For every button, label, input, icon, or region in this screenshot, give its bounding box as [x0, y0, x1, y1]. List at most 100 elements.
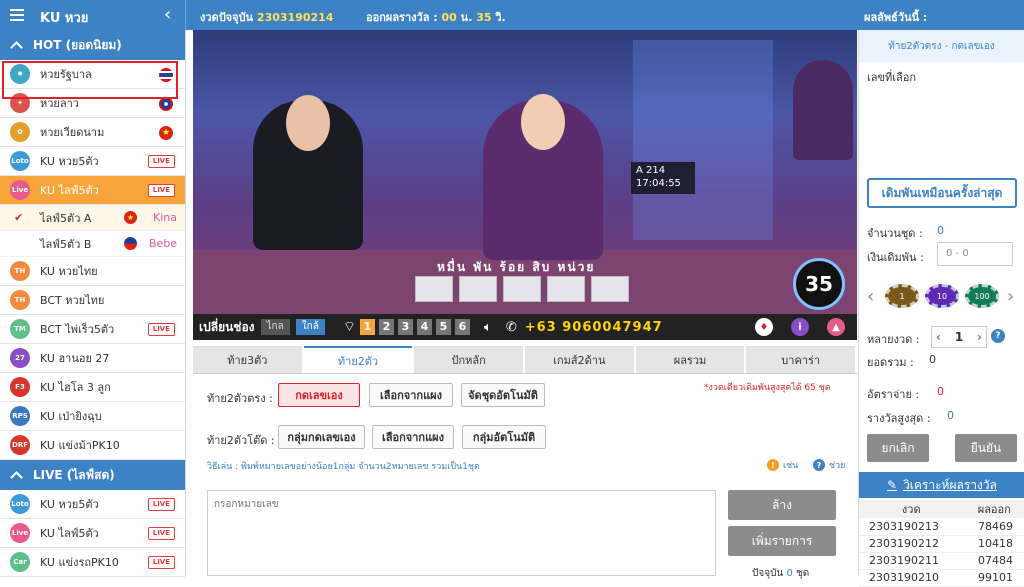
table-row[interactable]: 2303190212 10418	[859, 535, 1024, 553]
tab-fixed[interactable]: ปักหลัก	[414, 346, 524, 373]
example-link[interactable]: ! เช่น	[767, 458, 798, 472]
sidebar-item-ku-hilo[interactable]: F3 KU ไฮโล 3 ลูก	[0, 373, 185, 402]
number-input[interactable]	[207, 490, 716, 576]
near-view-button[interactable]: ใกล้	[295, 319, 325, 335]
video-info-overlay: A 214 17:04:55	[631, 162, 695, 194]
sidebar-item-live-live5[interactable]: Live KU ไลฟ์5ตัว LIVE	[0, 519, 185, 548]
phone-number: +63 9060047947	[524, 319, 663, 335]
tab-sum[interactable]: ผลรวม	[635, 346, 745, 373]
live-badge: LIVE	[147, 498, 175, 511]
multi-round-stepper[interactable]: ‹ 1 ›	[931, 326, 987, 348]
chevron-left-icon[interactable]: ‹	[867, 286, 874, 307]
sidebar-item-live-pk10[interactable]: Car KU แข่งรถPK10 LIVE	[0, 548, 185, 577]
add-entry-button[interactable]: เพิ่มรายการ	[728, 526, 836, 556]
sidebar-item-bct-thai[interactable]: TH BCT หวยไทย	[0, 286, 185, 315]
sidebar-subitem-live5-b[interactable]: ไลฟ์5ตัว B Bebe	[0, 231, 185, 257]
tab-last3[interactable]: ท้าย3ตัว	[193, 346, 302, 373]
channel-3-button[interactable]: 3	[398, 319, 413, 335]
sidebar-subitem-live5-a[interactable]: ✔ ไลฟ์5ตัว A ★ Kina	[0, 205, 185, 231]
table-row[interactable]: 2303190213 78469	[859, 518, 1024, 536]
analyze-icon: ✎	[887, 478, 898, 492]
dealer-figure	[483, 94, 603, 260]
vn-icon: ✿	[10, 122, 30, 142]
chip-1[interactable]: 1	[885, 284, 919, 308]
sidebar-section-live[interactable]: LIVE (ไลฟ์สด)	[0, 460, 185, 490]
tab-baccarat[interactable]: บาคาร่า	[746, 346, 856, 373]
table-row[interactable]: 2303190210 99101	[859, 569, 1024, 587]
pick-board-button-2[interactable]: เลือกจากแผง	[372, 425, 454, 449]
live-video[interactable]: หมื่น พัน ร้อย สิบ หน่วย A 214 17:04:55 …	[193, 30, 857, 314]
manual-entry-button[interactable]: กดเลขเอง	[278, 383, 360, 407]
horse-icon: DRF	[10, 435, 30, 455]
bet-slip-panel: ท้าย2ตัวตรง - กดเลขเอง เลขที่เลือก เดิมพ…	[858, 30, 1024, 587]
sidebar-item-ku-thai[interactable]: TH KU หวยไทย	[0, 257, 185, 286]
sidebar-item-bct-fast5[interactable]: TM BCT ไพ่เร็ว5ตัว LIVE	[0, 315, 185, 344]
max-prize-label: รางวัลสูงสุด :	[867, 412, 931, 425]
pick-board-button[interactable]: เลือกจากแผง	[369, 383, 453, 407]
digit-position-labels: หมื่น พัน ร้อย สิบ หน่วย	[437, 260, 596, 274]
sidebar-item-ku-hanoi27[interactable]: 27 KU ฮานอย 27	[0, 344, 185, 373]
sidebar-item-ku-horse[interactable]: DRF KU แข่งม้าPK10	[0, 431, 185, 460]
channel-5-button[interactable]: 5	[436, 319, 451, 335]
chip-100[interactable]: 100	[965, 284, 999, 308]
tab-two-sides[interactable]: เกมส์2ด้าน	[525, 346, 634, 373]
tab-last2[interactable]: ท้าย2ตัว	[303, 346, 413, 373]
loto-icon: Loto	[10, 494, 30, 514]
sidebar-item-vietnam[interactable]: ✿ หวยเวียดนาม ★	[0, 118, 185, 147]
check-icon: ✔	[14, 211, 24, 224]
speaker-icon[interactable]: 🔈︎	[484, 320, 492, 335]
stats-icon[interactable]: ▲	[827, 318, 845, 336]
table-row[interactable]: 2303190211 07484	[859, 552, 1024, 570]
info-icon[interactable]: i	[791, 318, 809, 336]
dealer-name: Kina	[153, 211, 177, 224]
today-results-title: ผลลัพธ์วันนี้ :	[864, 11, 928, 24]
menu-icon[interactable]	[10, 9, 24, 21]
live-badge: LIVE	[147, 155, 175, 168]
chevron-right-icon[interactable]: ›	[1007, 286, 1014, 307]
warning-icon: !	[767, 459, 779, 471]
repeat-last-bet-button[interactable]: เดิมพันเหมือนครั้งล่าสุด	[867, 178, 1017, 208]
group-auto-button[interactable]: กลุ่มอัตโนมัติ	[462, 425, 546, 449]
total-value: 0	[929, 353, 936, 366]
car-icon: Car	[10, 552, 30, 572]
sidebar-item-ku-rps[interactable]: RPS KU เป่ายิงฉุบ	[0, 402, 185, 431]
channel-6-button[interactable]: 6	[455, 319, 470, 335]
group-manual-button[interactable]: กลุ่มกดเลขเอง	[278, 425, 365, 449]
total-label: ยอดรวม :	[867, 356, 914, 369]
wifi-icon[interactable]: ⌔	[343, 318, 356, 336]
game-tabs: ท้าย3ตัว ท้าย2ตัว ปักหลัก เกมส์2ด้าน ผลร…	[193, 346, 857, 374]
help-link[interactable]: ? ช่วย	[813, 458, 845, 472]
sidebar-item-live-lotto5[interactable]: Loto KU หวย5ตัว LIVE	[0, 490, 185, 519]
collapse-sidebar-icon[interactable]: ‹	[164, 4, 171, 25]
sets-value: 0	[937, 224, 944, 237]
bet-amount-input[interactable]: 0 - 0	[937, 242, 1013, 266]
dealer-figure	[253, 95, 363, 250]
analyze-results-link[interactable]: ✎ วิเคราะห์ผลรางวัล	[859, 472, 1024, 498]
app-title: KU หวย	[40, 11, 89, 26]
chevron-up-icon	[10, 40, 23, 54]
live-badge: LIVE	[147, 323, 175, 336]
sidebar-item-ku-live5[interactable]: Live KU ไลฟ์5ตัว LIVE	[0, 176, 185, 205]
sidebar: HOT (ยอดนิยม) ✹ หวยรัฐบาล ✦ หวยลาว ✿ หวย…	[0, 30, 186, 577]
howto-text: วิธีเล่น : พิมพ์หมายเลขอย่างน้อย1กลุ่ม จ…	[207, 462, 480, 472]
channel-4-button[interactable]: 4	[417, 319, 432, 335]
chip-10[interactable]: 10	[925, 284, 959, 308]
channel-2-button[interactable]: 2	[379, 319, 394, 335]
far-view-button[interactable]: ไกล	[260, 319, 290, 335]
confirm-button[interactable]: ยืนยัน	[955, 434, 1017, 462]
channel-1-button[interactable]: 1	[360, 319, 375, 335]
clear-button[interactable]: ล้าง	[728, 490, 836, 520]
loto-icon: Loto	[10, 151, 30, 171]
sidebar-item-ku-lotto5[interactable]: Loto KU หวย5ตัว LIVE	[0, 147, 185, 176]
chip-icon[interactable]: ♦	[755, 318, 773, 336]
highlight-box	[2, 61, 178, 99]
auto-set-button[interactable]: จัดชุดอัตโนมัติ	[461, 383, 545, 407]
sidebar-section-hot[interactable]: HOT (ยอดนิยม)	[0, 30, 185, 60]
decrement-icon[interactable]: ‹	[936, 330, 941, 344]
col-round: งวด	[859, 500, 964, 518]
cancel-button[interactable]: ยกเลิก	[867, 434, 929, 462]
help-icon[interactable]: ?	[991, 329, 1005, 343]
live-icon: Live	[10, 523, 30, 543]
increment-icon[interactable]: ›	[977, 330, 982, 344]
lao-flag-icon	[159, 97, 173, 111]
